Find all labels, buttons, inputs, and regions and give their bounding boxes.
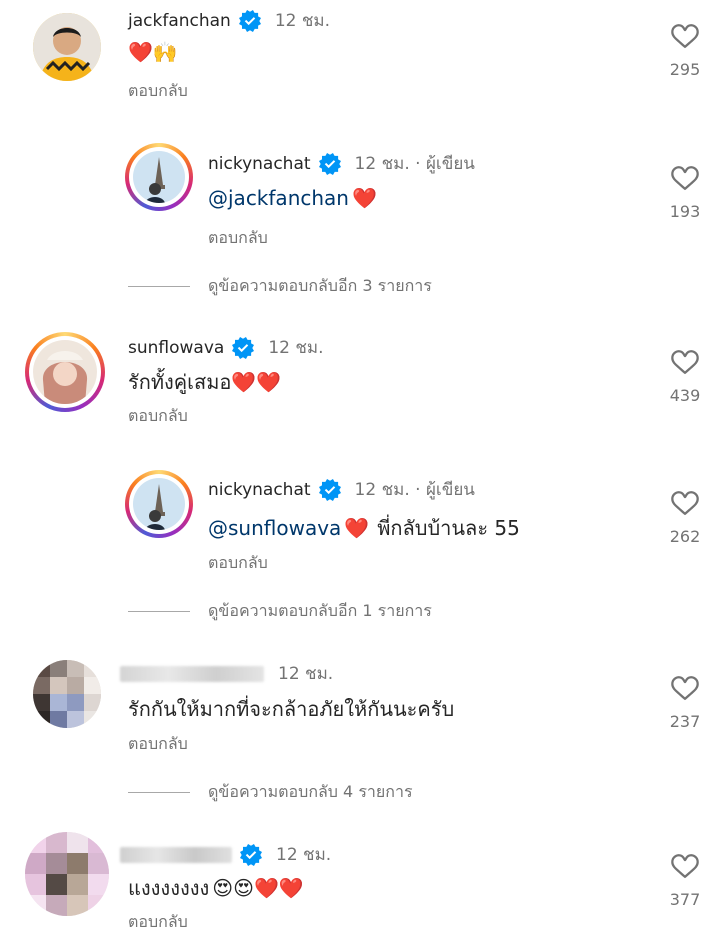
comment-time: 12 ชม. bbox=[276, 845, 332, 865]
verified-badge-icon bbox=[319, 153, 341, 175]
like-count: 439 bbox=[669, 386, 701, 405]
verified-badge-icon bbox=[240, 844, 262, 866]
comment-time: 12 ชม. bbox=[278, 664, 334, 684]
like-button[interactable]: 439 bbox=[667, 346, 703, 405]
blurred-username bbox=[120, 665, 264, 682]
mention-link[interactable]: @jackfanchan bbox=[208, 186, 349, 210]
divider-line bbox=[128, 792, 190, 793]
comment-username[interactable]: sunflowava bbox=[128, 338, 224, 358]
comment-text: แงงงงงงง 😍😍❤️❤️ bbox=[128, 876, 304, 900]
reply-button[interactable]: ตอบกลับ bbox=[128, 732, 188, 757]
reply-button[interactable]: ตอบกลับ bbox=[208, 551, 268, 576]
comment-username[interactable]: nickynachat bbox=[208, 480, 311, 500]
comment-text: @sunflowava ❤️ พี่กลับบ้านละ 55 bbox=[208, 516, 520, 540]
mention-link[interactable]: @sunflowava bbox=[208, 516, 341, 540]
avatar-image bbox=[33, 660, 101, 728]
heart-outline-icon bbox=[669, 346, 701, 378]
verified-badge-icon bbox=[319, 479, 341, 501]
like-count: 377 bbox=[669, 890, 701, 909]
view-replies-button[interactable]: ดูข้อความตอบกลับ 4 รายการ bbox=[128, 780, 413, 805]
avatar-image bbox=[33, 340, 97, 404]
heart-outline-icon bbox=[669, 162, 701, 194]
comment-time: 12 ชม. bbox=[268, 338, 324, 358]
heart-outline-icon bbox=[669, 20, 701, 52]
reply-button[interactable]: ตอบกลับ bbox=[128, 910, 188, 935]
like-button[interactable]: 193 bbox=[667, 162, 703, 221]
avatar-image bbox=[133, 478, 185, 530]
comment-username[interactable]: jackfanchan bbox=[128, 11, 231, 31]
heart-outline-icon bbox=[669, 487, 701, 519]
emoji: ❤️ bbox=[351, 186, 377, 210]
avatar[interactable] bbox=[125, 143, 193, 211]
view-replies-button[interactable]: ดูข้อความตอบกลับอีก 1 รายการ bbox=[128, 599, 432, 624]
emoji: ❤️❤️ bbox=[231, 370, 282, 394]
heart-outline-icon bbox=[669, 850, 701, 882]
emoji: ❤️🙌 bbox=[128, 40, 178, 64]
heart-outline-icon bbox=[669, 672, 701, 704]
emoji: 😍😍❤️❤️ bbox=[212, 876, 304, 900]
like-button[interactable]: 237 bbox=[667, 672, 703, 731]
comment-text: ❤️🙌 bbox=[128, 40, 178, 64]
divider-line bbox=[128, 611, 190, 612]
reply-button[interactable]: ตอบกลับ bbox=[208, 226, 268, 251]
like-button[interactable]: 295 bbox=[667, 20, 703, 79]
verified-badge-icon bbox=[232, 337, 254, 359]
comment-time: 12 ชม. · ผู้เขียน bbox=[354, 480, 475, 500]
avatar[interactable] bbox=[125, 470, 193, 538]
avatar[interactable] bbox=[25, 832, 109, 916]
comment-text: รักทั้งคู่เสมอ ❤️❤️ bbox=[128, 370, 282, 394]
reply-button[interactable]: ตอบกลับ bbox=[128, 404, 188, 429]
verified-badge-icon bbox=[239, 10, 261, 32]
comment-text: รักกันให้มากที่จะกล้าอภัยให้กันนะครับ bbox=[128, 697, 455, 721]
divider-line bbox=[128, 286, 190, 287]
avatar[interactable] bbox=[25, 332, 105, 412]
comment-time: 12 ชม. bbox=[274, 11, 331, 31]
avatar[interactable] bbox=[33, 13, 101, 81]
avatar-image bbox=[133, 151, 185, 203]
avatar-image bbox=[33, 13, 101, 81]
view-replies-button[interactable]: ดูข้อความตอบกลับอีก 3 รายการ bbox=[128, 274, 432, 299]
emoji: ❤️ bbox=[344, 516, 370, 540]
comment-username[interactable]: nickynachat bbox=[208, 154, 311, 174]
like-button[interactable]: 262 bbox=[667, 487, 703, 546]
reply-button[interactable]: ตอบกลับ bbox=[128, 79, 188, 104]
like-count: 295 bbox=[669, 60, 701, 79]
avatar-image bbox=[25, 832, 109, 916]
like-count: 237 bbox=[669, 712, 701, 731]
blurred-username bbox=[120, 846, 232, 863]
comment-text: @jackfanchan ❤️ bbox=[208, 186, 377, 210]
comment-time: 12 ชม. · ผู้เขียน bbox=[354, 154, 475, 174]
avatar[interactable] bbox=[33, 660, 101, 728]
like-count: 262 bbox=[669, 527, 701, 546]
like-button[interactable]: 377 bbox=[667, 850, 703, 909]
like-count: 193 bbox=[669, 202, 701, 221]
